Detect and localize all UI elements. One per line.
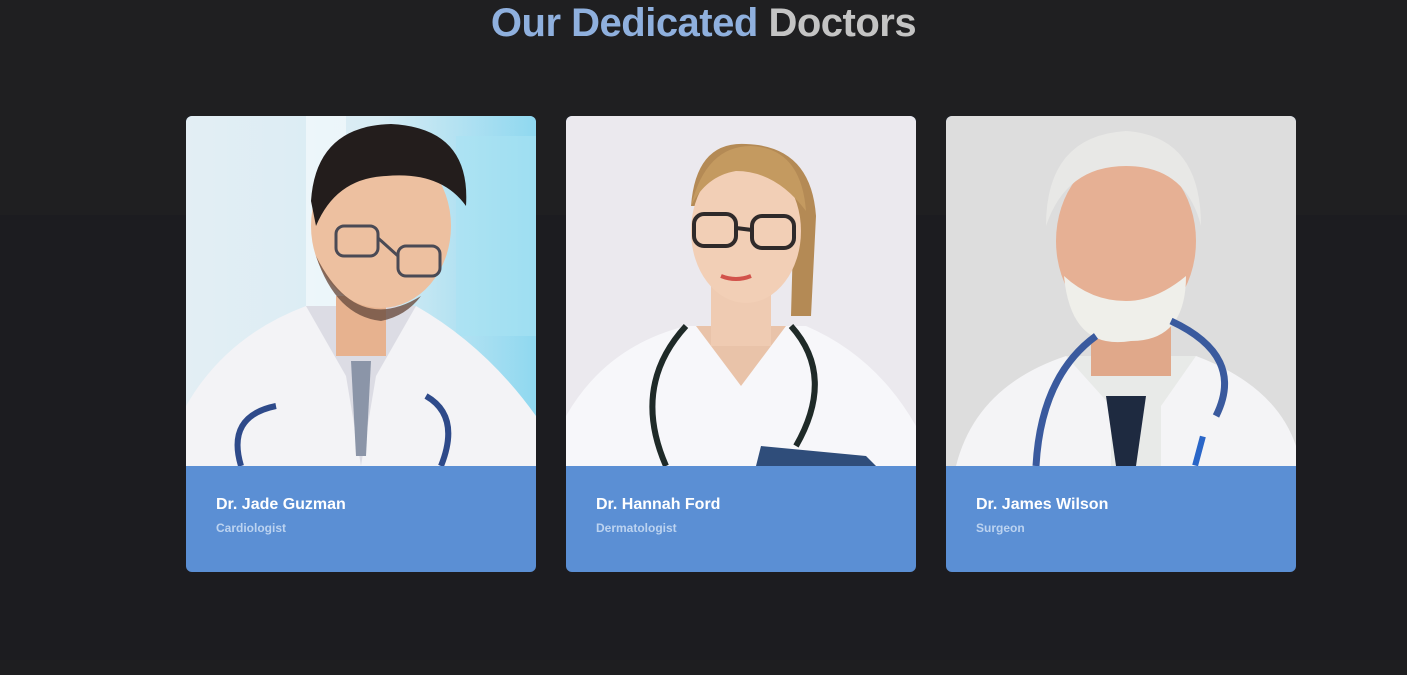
doctor-photo-hannah-ford — [566, 116, 916, 466]
doctor-role: Dermatologist — [596, 521, 677, 535]
doctor-role: Surgeon — [976, 521, 1025, 535]
doctor-card-jade-guzman[interactable]: Dr. Jade Guzman Cardiologist — [186, 116, 536, 572]
doctor-name: Dr. James Wilson — [976, 496, 1109, 513]
section-title-rest: Doctors — [768, 1, 917, 45]
doctor-name: Dr. Jade Guzman — [216, 496, 346, 513]
doctor-name: Dr. Hannah Ford — [596, 496, 721, 513]
doctor-card-hannah-ford[interactable]: Dr. Hannah Ford Dermatologist — [566, 116, 916, 572]
doctor-photo-james-wilson — [946, 116, 1296, 466]
doctor-photo-jade-guzman — [186, 116, 536, 466]
doctors-section: Our Dedicated Doctors Dr. Jade Guzman Ca… — [0, 0, 1407, 675]
doctor-role: Cardiologist — [216, 521, 287, 535]
doctor-cards: Dr. Jade Guzman Cardiologist Dr. Hannah … — [186, 116, 1296, 572]
section-title-accent: Our Dedicated — [490, 1, 758, 45]
section-title: Our Dedicated Doctors — [0, 0, 1407, 46]
doctor-card-james-wilson[interactable]: Dr. James Wilson Surgeon — [946, 116, 1296, 572]
doctor-info: Dr. Hannah Ford Dermatologist — [566, 466, 916, 572]
doctor-info: Dr. Jade Guzman Cardiologist — [186, 466, 536, 572]
doctor-info: Dr. James Wilson Surgeon — [946, 466, 1296, 572]
